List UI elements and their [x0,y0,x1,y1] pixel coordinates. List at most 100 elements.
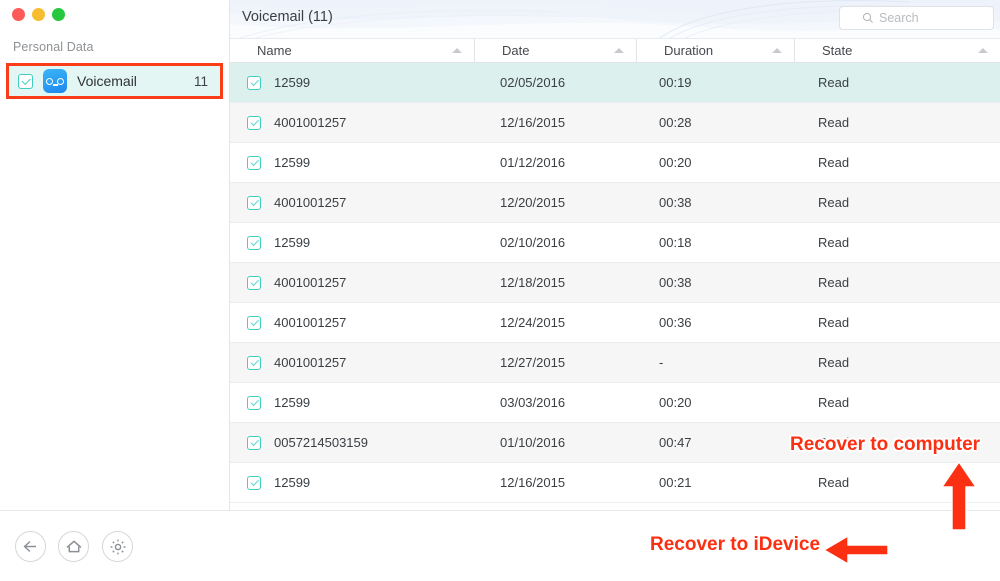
annotation-arrow-left [822,534,889,566]
search-input[interactable] [879,11,971,25]
cell-state-value: Read [818,435,850,450]
table-row[interactable]: 12599 02/10/2016 00:18 Read [230,223,1000,263]
cell-state: Read [795,103,1000,142]
search-box[interactable] [839,6,994,30]
row-checkbox[interactable] [247,355,261,370]
cell-name-value: 4001001257 [274,315,347,330]
row-checkbox[interactable] [247,275,261,290]
cell-date-value: 12/18/2015 [500,275,566,290]
column-header-date[interactable]: Date [475,39,637,62]
cell-date-value: 12/24/2015 [500,315,566,330]
cell-date: 12/16/2015 [475,103,637,142]
search-icon [862,12,874,24]
voicemail-icon [43,69,67,93]
row-checkbox[interactable] [247,395,261,410]
table-row[interactable]: 12599 12/16/2015 00:21 Read [230,463,1000,503]
column-header-state[interactable]: State [795,39,1000,62]
cell-state: Read [795,223,1000,262]
cell-name-value: 0057214503159 [274,435,368,450]
sidebar-item-voicemail[interactable]: Voicemail 11 [6,63,223,99]
settings-button[interactable] [102,531,133,562]
close-window-button[interactable] [12,8,25,21]
sort-ascending-icon [772,48,782,53]
cell-state-value: Read [818,275,850,290]
home-icon [66,540,81,552]
cell-state-value: Read [818,195,850,210]
sidebar-voicemail-checkbox[interactable] [18,73,33,89]
table-row[interactable]: 0057214503159 01/10/2016 00:47 Read [230,423,1000,463]
cell-date: 12/16/2015 [475,463,637,502]
cell-duration: - [637,343,795,382]
column-header-name[interactable]: Name [230,39,475,62]
cell-duration: 00:18 [637,223,795,262]
row-checkbox[interactable] [247,155,261,170]
table-row[interactable]: 12599 02/05/2016 00:19 Read [230,63,1000,103]
table-header-row: Name Date Duration State [230,38,1000,63]
cell-date-value: 02/10/2016 [500,235,566,250]
sort-ascending-icon [614,48,624,53]
table-row[interactable]: 12599 01/12/2016 00:20 Read [230,143,1000,183]
cell-name: 4001001257 [230,263,475,302]
window-titlebar [0,0,230,36]
cell-name: 4001001257 [230,343,475,382]
row-checkbox[interactable] [247,435,261,450]
cell-name: 4001001257 [230,103,475,142]
voicemail-table: Name Date Duration State 12599 02/05/2016… [230,38,1000,510]
cell-name: 4001001257 [230,183,475,222]
cell-duration-value: 00:47 [659,435,692,450]
table-row[interactable]: 4001001257 12/24/2015 00:36 Read [230,303,1000,343]
column-header-label: Name [257,43,292,58]
home-button[interactable] [58,531,89,562]
cell-date: 01/12/2016 [475,143,637,182]
cell-duration: 00:21 [637,463,795,502]
cell-date: 01/10/2016 [475,423,637,462]
row-checkbox[interactable] [247,195,261,210]
cell-name-value: 12599 [274,235,311,250]
cell-duration: 00:20 [637,143,795,182]
row-checkbox[interactable] [247,75,261,90]
cell-state-value: Read [818,475,850,490]
cell-name-value: 4001001257 [274,115,347,130]
table-row[interactable]: 4001001257 12/27/2015 - Read [230,343,1000,383]
cell-state: Read [795,63,1000,102]
sort-ascending-icon [452,48,462,53]
cell-date-value: 12/27/2015 [500,355,566,370]
cell-date: 12/18/2015 [475,263,637,302]
minimize-window-button[interactable] [32,8,45,21]
cell-state: Read [795,383,1000,422]
cell-date-value: 01/12/2016 [500,155,566,170]
cell-duration: 00:20 [637,383,795,422]
cell-name-value: 12599 [274,75,311,90]
cell-state-value: Read [818,75,850,90]
cell-state: Read [795,423,1000,462]
cell-name-value: 4001001257 [274,355,347,370]
maximize-window-button[interactable] [52,8,65,21]
cell-name-value: 12599 [274,155,311,170]
row-checkbox[interactable] [247,475,261,490]
back-button[interactable] [15,531,46,562]
cell-duration-value: 00:19 [659,75,692,90]
cell-date-value: 12/16/2015 [500,115,566,130]
page-title: Voicemail (11) [242,9,333,25]
cell-duration: 00:47 [637,423,795,462]
table-row[interactable]: 4001001257 12/20/2015 00:38 Read [230,183,1000,223]
cell-state: Read [795,343,1000,382]
cell-date: 02/05/2016 [475,63,637,102]
cell-duration: 00:38 [637,183,795,222]
table-row[interactable]: 4001001257 12/18/2015 00:38 Read [230,263,1000,303]
cell-duration-value: 00:36 [659,315,692,330]
cell-duration: 00:19 [637,63,795,102]
row-checkbox[interactable] [247,115,261,130]
column-header-label: Date [502,43,530,58]
row-checkbox[interactable] [247,315,261,330]
cell-duration-value: 00:21 [659,475,692,490]
column-header-duration[interactable]: Duration [637,39,795,62]
cell-duration-value: 00:28 [659,115,692,130]
table-row[interactable]: 4001001257 12/16/2015 00:28 Read [230,103,1000,143]
cell-name: 12599 [230,143,475,182]
cell-name: 12599 [230,223,475,262]
cell-date: 12/20/2015 [475,183,637,222]
row-checkbox[interactable] [247,235,261,250]
cell-name: 12599 [230,63,475,102]
table-row[interactable]: 12599 03/03/2016 00:20 Read [230,383,1000,423]
